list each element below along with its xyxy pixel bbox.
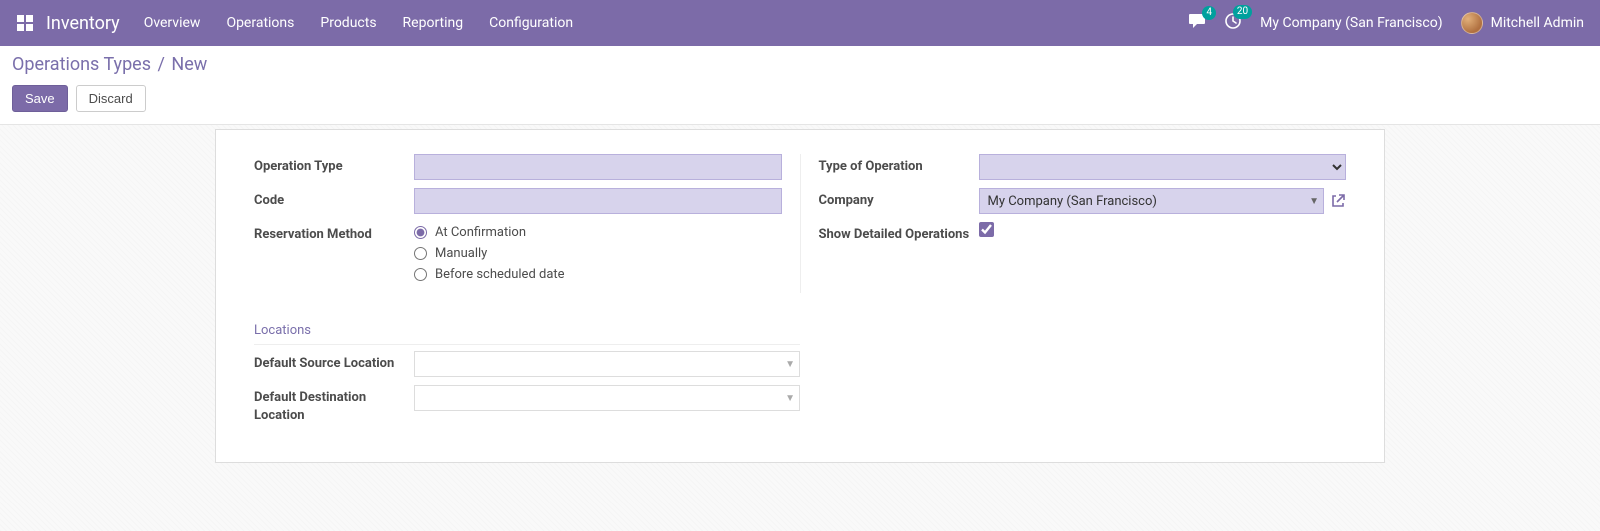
operation-type-input[interactable] [414, 154, 782, 180]
show-detailed-checkbox[interactable] [979, 222, 994, 237]
reservation-method-label: Reservation Method [254, 222, 414, 244]
code-input[interactable] [414, 188, 782, 214]
username: Mitchell Admin [1491, 15, 1584, 31]
external-link-icon [1330, 193, 1346, 209]
form-sheet: Operation Type Code Reservation Method [215, 129, 1385, 463]
apps-icon[interactable] [16, 14, 34, 32]
chevron-down-icon: ▼ [1309, 196, 1319, 207]
breadcrumb: Operations Types / New [12, 54, 1588, 75]
company-label: Company [819, 188, 979, 210]
reservation-before-scheduled[interactable]: Before scheduled date [414, 264, 782, 285]
company-value: My Company (San Francisco) [988, 194, 1157, 209]
default-source-location-field[interactable]: ▼ [414, 351, 800, 377]
reservation-manually-radio[interactable] [414, 247, 427, 260]
app-brand[interactable]: Inventory [46, 13, 120, 34]
menu-configuration[interactable]: Configuration [489, 15, 573, 31]
breadcrumb-current: New [171, 54, 207, 75]
menu-products[interactable]: Products [320, 15, 376, 31]
company-external-link[interactable] [1330, 193, 1346, 209]
breadcrumb-parent[interactable]: Operations Types [12, 54, 151, 75]
save-button[interactable]: Save [12, 85, 68, 112]
default-source-location-label: Default Source Location [254, 351, 414, 373]
show-detailed-label: Show Detailed Operations [819, 222, 979, 244]
breadcrumb-separator: / [158, 54, 165, 75]
menu-operations[interactable]: Operations [226, 15, 294, 31]
reservation-manually[interactable]: Manually [414, 243, 782, 264]
company-switcher[interactable]: My Company (San Francisco) [1260, 15, 1442, 31]
reservation-at-confirmation[interactable]: At Confirmation [414, 222, 782, 243]
activities-badge: 20 [1233, 5, 1252, 19]
chevron-down-icon: ▼ [785, 393, 795, 404]
reservation-before-scheduled-label: Before scheduled date [435, 267, 565, 282]
discard-button[interactable]: Discard [76, 85, 146, 112]
control-buttons: Save Discard [12, 85, 1588, 112]
messages-badge: 4 [1202, 6, 1216, 20]
main-menu: Overview Operations Products Reporting C… [144, 15, 1188, 31]
reservation-at-confirmation-radio[interactable] [414, 226, 427, 239]
menu-overview[interactable]: Overview [144, 15, 201, 31]
locations-section-title: Locations [254, 323, 800, 345]
navbar-right: 4 20 My Company (San Francisco) Mitchell… [1188, 12, 1584, 34]
top-navbar: Inventory Overview Operations Products R… [0, 0, 1600, 46]
type-of-operation-label: Type of Operation [819, 154, 979, 176]
default-destination-location-field[interactable]: ▼ [414, 385, 800, 411]
chevron-down-icon: ▼ [785, 359, 795, 370]
messages-button[interactable]: 4 [1188, 13, 1206, 33]
user-menu[interactable]: Mitchell Admin [1461, 12, 1584, 34]
type-of-operation-select[interactable] [979, 154, 1347, 180]
reservation-at-confirmation-label: At Confirmation [435, 225, 526, 240]
activities-button[interactable]: 20 [1224, 12, 1242, 34]
company-field[interactable]: My Company (San Francisco) ▼ [979, 188, 1325, 214]
form-right-column: Type of Operation Company My Company (Sa… [800, 154, 1365, 293]
menu-reporting[interactable]: Reporting [403, 15, 464, 31]
avatar [1461, 12, 1483, 34]
control-panel: Operations Types / New Save Discard [0, 46, 1600, 125]
default-destination-location-label: Default Destination Location [254, 385, 414, 424]
code-label: Code [254, 188, 414, 210]
reservation-before-scheduled-radio[interactable] [414, 268, 427, 281]
operation-type-label: Operation Type [254, 154, 414, 176]
reservation-manually-label: Manually [435, 246, 487, 261]
form-left-column: Operation Type Code Reservation Method [236, 154, 800, 293]
